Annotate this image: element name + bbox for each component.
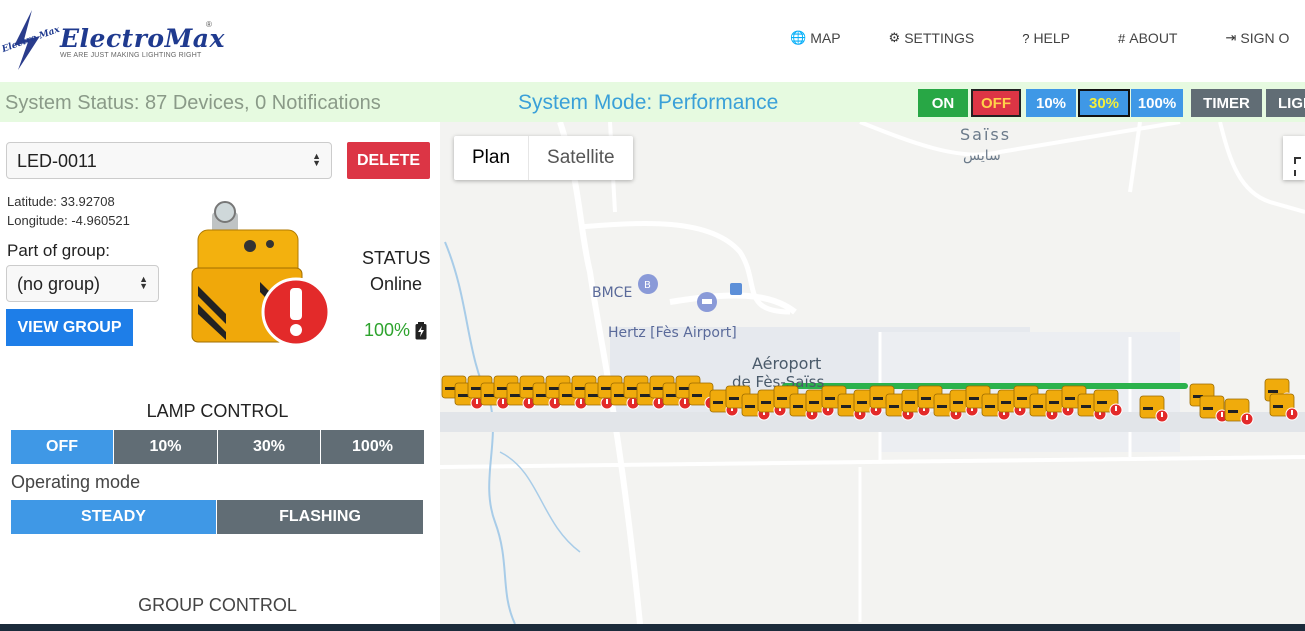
status-value: Online [370,274,423,294]
longitude-text: Longitude: -4.960521 [7,213,130,228]
question-icon: ? [1022,30,1030,46]
all-on-button[interactable]: ON [918,89,968,117]
nav-about-label: ABOUT [1129,30,1178,46]
all-off-button[interactable]: OFF [971,89,1021,117]
steady-mode-button[interactable]: STEADY [11,500,216,534]
satellite-map-button[interactable]: Satellite [528,136,633,180]
nav-help-label: HELP [1033,30,1071,46]
status-label: STATUS [362,248,431,268]
battery-indicator: 100% [364,320,427,341]
group-label: Part of group: [7,241,111,260]
logo-mark-icon: Electro Max [0,10,62,70]
nav-settings[interactable]: ⚙ SETTINGS [889,30,975,46]
nav-help[interactable]: ? HELP [1022,30,1070,46]
flashing-mode-button[interactable]: FLASHING [217,500,423,534]
map-type-toggle: Plan Satellite [454,136,633,180]
main-nav: 🌐 MAP ⚙ SETTINGS ? HELP # ABOUT ⇥ SIGN O [790,30,1305,46]
nav-settings-label: SETTINGS [904,30,975,46]
battery-charging-icon [415,321,427,339]
all-10-percent-button[interactable]: 10% [1026,89,1076,117]
nav-map[interactable]: 🌐 MAP [790,30,841,46]
device-select-value: LED-0011 [17,151,97,171]
svg-text:B: B [644,280,651,291]
car-rental-pin-icon [697,292,717,312]
battery-level: 100% [364,320,411,340]
electromax-logo[interactable]: Electro Max ElectroMax ® WE ARE JUST MAK… [0,6,224,74]
map-view[interactable]: B Saïss سايس BMCE Hertz [Fès Airport] Aé… [440,122,1305,624]
brand-name: ElectroMax [60,24,225,53]
group-select-value: (no group) [17,274,101,294]
lamp-level-100-button[interactable]: 100% [321,430,424,464]
rental-label: Hertz [Fès Airport] [608,325,737,341]
latitude-text: Latitude: 33.92708 [7,194,115,209]
lamp-device-image [191,201,331,347]
town-label: Saïss [960,125,1011,144]
fullscreen-button[interactable] [1283,136,1305,180]
hash-icon: # [1118,30,1126,46]
airport-label: Aéroport [752,354,821,373]
exclamation-alert-icon [261,277,331,347]
view-group-button[interactable]: VIEW GROUP [6,309,133,346]
town-arabic-label: سايس [963,148,1001,164]
nav-sign-out[interactable]: ⇥ SIGN O [1225,30,1289,46]
system-status-bar: System Status: 87 Devices, 0 Notificatio… [0,82,1305,122]
lamp-level-30-button[interactable]: 30% [218,430,320,464]
fullscreen-icon [1294,157,1301,176]
device-marker[interactable] [1199,395,1229,423]
nav-map-label: MAP [810,30,841,46]
map-canvas: B Saïss سايس BMCE Hertz [Fès Airport] Aé… [440,122,1305,624]
all-30-percent-button[interactable]: 30% [1078,89,1130,117]
system-mode-text: System Mode: Performance [518,91,779,114]
device-select[interactable]: LED-0011 ▲ ▼ [6,142,332,179]
device-marker[interactable] [1224,398,1254,426]
plan-map-button[interactable]: Plan [454,136,528,180]
group-control-title: GROUP CONTROL [138,595,297,615]
all-100-percent-button[interactable]: 100% [1131,89,1183,117]
registered-mark: ® [206,20,212,29]
lamp-control-title: LAMP CONTROL [146,401,289,421]
globe-icon: 🌐 [790,30,807,45]
select-arrows-icon: ▲ ▼ [312,151,321,168]
device-panel: LED-0011 ▲ ▼ DELETE Latitude: 33.92708 Lo… [0,122,440,631]
bank-label: BMCE [592,285,632,301]
select-arrows-icon: ▲ ▼ [139,274,148,291]
os-taskbar [0,624,1305,631]
delete-button[interactable]: DELETE [347,142,430,179]
group-select[interactable]: (no group) ▲ ▼ [6,265,159,302]
sign-out-icon: ⇥ [1225,30,1237,45]
operating-mode-label: Operating mode [11,472,141,492]
bank-pin-icon: B [638,274,658,294]
app-header: Electro Max ElectroMax ® WE ARE JUST MAK… [0,0,1305,82]
nav-sign-out-label: SIGN O [1240,30,1290,46]
device-marker[interactable] [1269,393,1299,421]
brand-tagline: WE ARE JUST MAKING LIGHTING RIGHT [60,52,202,59]
timer-button[interactable]: TIMER [1191,89,1262,117]
device-marker[interactable] [1139,395,1169,423]
lamp-level-10-button[interactable]: 10% [114,430,217,464]
nav-about[interactable]: # ABOUT [1118,30,1177,46]
light-button[interactable]: LIGH [1266,89,1305,117]
gears-icon: ⚙ [888,30,901,45]
system-status-text: System Status: 87 Devices, 0 Notificatio… [5,92,381,114]
bus-stop-icon [730,283,742,295]
device-marker[interactable] [1093,389,1123,417]
lamp-level-off-button[interactable]: OFF [11,430,113,464]
